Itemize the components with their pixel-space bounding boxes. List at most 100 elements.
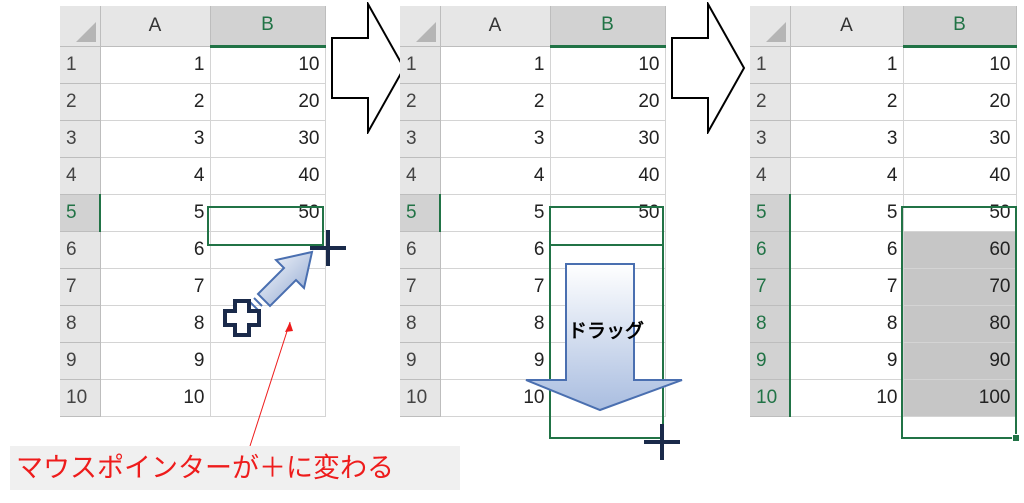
row-header[interactable]: 2 <box>60 83 101 121</box>
row-header[interactable]: 3 <box>750 120 791 158</box>
row-header[interactable]: 4 <box>400 157 441 195</box>
cell-b[interactable]: 20 <box>550 83 666 121</box>
cell-b[interactable]: 40 <box>550 157 666 195</box>
cell-b[interactable]: 70 <box>903 268 1017 306</box>
select-all-corner[interactable] <box>400 6 441 47</box>
row-header[interactable]: 6 <box>750 231 791 269</box>
table-row: 5 5 50 <box>60 194 326 232</box>
select-all-corner[interactable] <box>60 6 101 47</box>
caption-text: マウスポインターが＋に変わる <box>10 446 460 490</box>
table-row: 1 1 10 <box>400 46 666 84</box>
row-header[interactable]: 6 <box>60 231 101 269</box>
cell-b[interactable]: 90 <box>903 342 1017 380</box>
cell-a[interactable]: 6 <box>100 231 211 269</box>
row-header[interactable]: 6 <box>400 231 441 269</box>
cell-a[interactable]: 2 <box>440 83 551 121</box>
row-header[interactable]: 1 <box>60 46 101 84</box>
cell-b[interactable]: 10 <box>903 46 1017 84</box>
row-header[interactable]: 1 <box>750 46 791 84</box>
table-row: 1 1 10 <box>750 46 1017 84</box>
row-header[interactable]: 7 <box>750 268 791 306</box>
row-header[interactable]: 5 <box>400 194 441 232</box>
cell-b[interactable]: 40 <box>210 157 326 195</box>
cell-a[interactable]: 3 <box>440 120 551 158</box>
cell-a[interactable]: 4 <box>790 157 904 195</box>
crosshair-cursor-icon <box>644 424 680 460</box>
column-header-a[interactable]: A <box>440 6 551 47</box>
row-header[interactable]: 3 <box>400 120 441 158</box>
column-header-b[interactable]: B <box>550 6 666 48</box>
column-header-b[interactable]: B <box>210 6 326 48</box>
row-header[interactable]: 8 <box>750 305 791 343</box>
cell-a[interactable]: 4 <box>440 157 551 195</box>
cell-a[interactable]: 4 <box>100 157 211 195</box>
table-row: 2 2 20 <box>60 83 326 121</box>
cell-a[interactable]: 2 <box>790 83 904 121</box>
row-header[interactable]: 3 <box>60 120 101 158</box>
row-header[interactable]: 4 <box>750 157 791 195</box>
spreadsheet-grid: A B 1 1 10 2 2 20 3 3 30 4 4 40 5 5 50 6 6 60 7 7 70 8 8 80 9 9 90… <box>750 6 1017 417</box>
cell-a[interactable]: 10 <box>100 379 211 417</box>
cell-a[interactable]: 1 <box>100 46 211 84</box>
cell-a[interactable]: 6 <box>790 231 904 269</box>
row-header[interactable]: 8 <box>400 305 441 343</box>
row-header[interactable]: 8 <box>60 305 101 343</box>
cell-b[interactable]: 20 <box>903 83 1017 121</box>
table-row: 2 2 20 <box>750 83 1017 121</box>
column-header-b[interactable]: B <box>903 6 1017 48</box>
cell-b[interactable]: 50 <box>903 194 1017 232</box>
cell-a[interactable]: 1 <box>440 46 551 84</box>
cell-a[interactable]: 9 <box>790 342 904 380</box>
cell-b[interactable]: 30 <box>903 120 1017 158</box>
cell-a[interactable]: 2 <box>100 83 211 121</box>
row-header[interactable]: 7 <box>60 268 101 306</box>
cell-b[interactable]: 10 <box>210 46 326 84</box>
cell-b[interactable]: 80 <box>903 305 1017 343</box>
row-header[interactable]: 5 <box>750 194 791 232</box>
cell-b[interactable]: 100 <box>903 379 1017 417</box>
cell-a[interactable]: 5 <box>440 194 551 232</box>
row-header[interactable]: 7 <box>400 268 441 306</box>
row-header[interactable]: 2 <box>750 83 791 121</box>
table-row: 4 4 40 <box>60 157 326 195</box>
fill-handle[interactable] <box>1012 434 1020 442</box>
cell-b[interactable]: 30 <box>550 120 666 158</box>
row-header[interactable]: 10 <box>750 379 791 417</box>
row-header[interactable]: 10 <box>60 379 101 417</box>
cell-b[interactable]: 40 <box>903 157 1017 195</box>
cell-a[interactable]: 3 <box>100 120 211 158</box>
row-header[interactable]: 10 <box>400 379 441 417</box>
row-header[interactable]: 5 <box>60 194 101 232</box>
row-header[interactable]: 1 <box>400 46 441 84</box>
cell-b[interactable]: 10 <box>550 46 666 84</box>
cell-a[interactable]: 5 <box>100 194 211 232</box>
cell-a[interactable]: 8 <box>790 305 904 343</box>
row-header[interactable]: 9 <box>750 342 791 380</box>
cell-a[interactable]: 5 <box>790 194 904 232</box>
table-row: 10 10 100 <box>750 379 1017 417</box>
row-header[interactable]: 9 <box>400 342 441 380</box>
cell-a[interactable]: 7 <box>790 268 904 306</box>
cell-a[interactable]: 8 <box>100 305 211 343</box>
table-row: 5 5 50 <box>750 194 1017 232</box>
cell-a[interactable]: 3 <box>790 120 904 158</box>
table-row: 3 3 30 <box>750 120 1017 158</box>
step-arrow-icon-1 <box>331 2 406 134</box>
row-header[interactable]: 2 <box>400 83 441 121</box>
table-row: 4 4 40 <box>400 157 666 195</box>
cell-a[interactable]: 9 <box>100 342 211 380</box>
column-header-a[interactable]: A <box>100 6 211 47</box>
cell-a[interactable]: 1 <box>790 46 904 84</box>
select-all-corner[interactable] <box>750 6 791 47</box>
cell-a[interactable]: 10 <box>790 379 904 417</box>
cell-a[interactable]: 7 <box>100 268 211 306</box>
column-header-a[interactable]: A <box>790 6 904 47</box>
panel3-body: 1 1 10 2 2 20 3 3 30 4 4 40 5 5 50 6 6 60 7 7 70 8 8 80 9 9 90 10 10… <box>750 46 1017 417</box>
table-row: 3 3 30 <box>400 120 666 158</box>
row-header[interactable]: 9 <box>60 342 101 380</box>
cell-b[interactable]: 60 <box>903 231 1017 269</box>
cell-b[interactable]: 20 <box>210 83 326 121</box>
cell-b[interactable]: 30 <box>210 120 326 158</box>
cell-b[interactable]: 50 <box>550 194 666 232</box>
row-header[interactable]: 4 <box>60 157 101 195</box>
